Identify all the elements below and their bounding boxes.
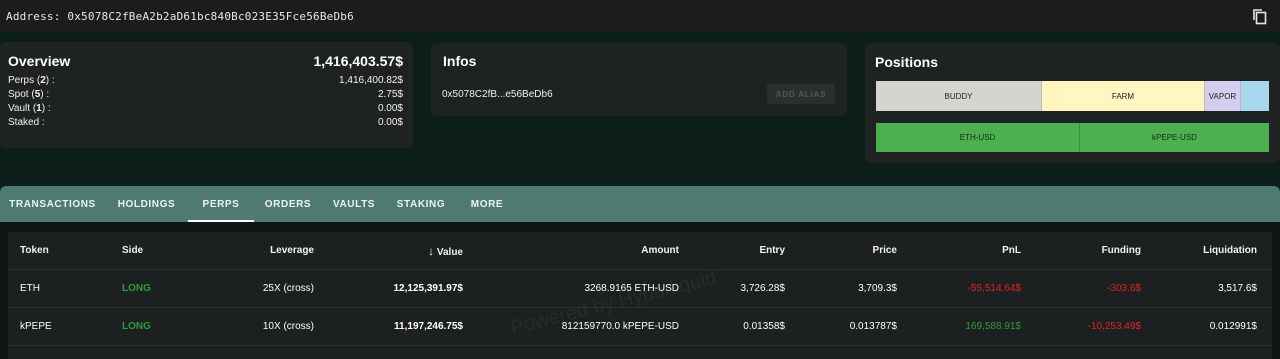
table-row[interactable]: ETH LONG 25X (cross) 12,125,391.97$ 3268… [8, 270, 1272, 308]
tab-transactions[interactable]: TRANSACTIONS [0, 186, 105, 222]
table-row[interactable]: kPEPE LONG 10X (cross) 11,197,246.75$ 81… [8, 308, 1272, 346]
overview-row-spot: Spot (5) : 2.75$ [8, 88, 403, 102]
copy-icon[interactable] [1252, 8, 1268, 25]
header-price[interactable]: Price [797, 232, 897, 270]
cell-amount: 3268.9165 ETH-USD [584, 283, 680, 294]
overview-row-staked: Staked : 0.00$ [8, 116, 403, 130]
positions-market-bar: ETH-USD kPEPE-USD [876, 123, 1269, 152]
positions-card: Positions BUDDY FARM VAPOR ETH-USD kPEPE… [865, 43, 1280, 163]
group-segment-farm[interactable]: FARM [1042, 81, 1205, 111]
cell-liquidation: 0.012991$ [1209, 321, 1257, 332]
cell-pnl: 169,588.91$ [965, 321, 1021, 332]
tab-staking[interactable]: STAKING [386, 186, 456, 222]
overview-row-perps: Perps (2) : 1,416,400.82$ [8, 74, 403, 88]
header-liquidation[interactable]: Liquidation [1157, 232, 1257, 270]
tab-holdings[interactable]: HOLDINGS [105, 186, 188, 222]
cell-price: 0.013787$ [849, 321, 897, 332]
cell-value: 11,197,246.75$ [394, 321, 463, 332]
header-token[interactable]: Token [20, 232, 49, 270]
cell-side: LONG [122, 321, 151, 332]
cell-price: 3,709.3$ [858, 283, 897, 294]
table-header: Token Side Leverage ↓ Value Amount Entry… [8, 232, 1272, 270]
cell-liquidation: 3,517.6$ [1218, 283, 1257, 294]
cell-token: kPEPE [20, 321, 52, 332]
group-segment-vapor[interactable]: VAPOR [1205, 81, 1241, 111]
market-segment-kpepe[interactable]: kPEPE-USD [1080, 123, 1269, 152]
tab-bar: TRANSACTIONS HOLDINGS PERPS ORDERS VAULT… [0, 186, 1280, 222]
cell-funding: -303.6$ [1107, 283, 1141, 294]
overview-value: 0.00$ [377, 117, 403, 128]
cell-amount: 812159770.0 kPEPE-USD [561, 321, 679, 332]
cell-side: LONG [122, 283, 151, 294]
overview-label: Vault (1) : [8, 103, 51, 114]
overview-title: Overview [8, 53, 71, 69]
overview-card: Overview 1,416,403.57$ Perps (2) : 1,416… [0, 42, 413, 148]
perps-table-container: Powered by Hypurliquid Token Side Levera… [0, 222, 1280, 359]
overview-value: 0.00$ [377, 103, 403, 114]
tab-orders[interactable]: ORDERS [254, 186, 322, 222]
add-alias-button[interactable]: ADD ALIAS [767, 84, 835, 104]
group-segment-buddy[interactable]: BUDDY [876, 81, 1042, 111]
overview-label: Perps (2) : [8, 75, 55, 86]
infos-title: Infos [443, 53, 477, 69]
cell-entry: 0.01358$ [743, 321, 785, 332]
header-leverage[interactable]: Leverage [214, 232, 314, 270]
cell-leverage: 10X (cross) [262, 321, 314, 332]
cell-token: ETH [20, 283, 40, 294]
infos-card: Infos 0x5078C2fB...e56BeDb6 ADD ALIAS [431, 43, 847, 116]
overview-total: 1,416,403.57$ [313, 53, 403, 69]
cell-entry: 3,726.28$ [740, 283, 786, 294]
overview-label: Spot (5) : [8, 89, 50, 100]
tab-more[interactable]: MORE [456, 186, 518, 222]
header-entry[interactable]: Entry [685, 232, 785, 270]
header-funding[interactable]: Funding [1041, 232, 1141, 270]
header-side[interactable]: Side [122, 232, 143, 270]
cell-pnl: -55,514.64$ [967, 283, 1021, 294]
header-value: Value [436, 247, 463, 258]
market-segment-eth[interactable]: ETH-USD [876, 123, 1080, 152]
group-segment-other[interactable] [1241, 81, 1269, 111]
header-pnl[interactable]: PnL [921, 232, 1021, 270]
cell-funding: -10,253.49$ [1087, 321, 1141, 332]
wallet-address: Address: 0x5078C2fBeA2b2aD61bc840Bc023E3… [6, 9, 354, 23]
cell-leverage: 25X (cross) [262, 283, 314, 294]
tab-perps[interactable]: PERPS [188, 186, 254, 222]
header-amount[interactable]: Amount [579, 232, 679, 270]
overview-value: 1,416,400.82$ [339, 75, 403, 86]
cell-value: 12,125,391.97$ [393, 283, 463, 294]
overview-label: Staked : [8, 117, 45, 128]
overview-row-vault: Vault (1) : 0.00$ [8, 102, 403, 116]
short-address: 0x5078C2fB...e56BeDb6 [442, 89, 553, 100]
top-bar: Address: 0x5078C2fBeA2b2aD61bc840Bc023E3… [0, 0, 1280, 32]
header-value-wrap[interactable]: ↓ Value [363, 232, 463, 270]
positions-group-bar: BUDDY FARM VAPOR [876, 81, 1269, 111]
sort-arrow-icon: ↓ [428, 244, 435, 258]
perps-table: Powered by Hypurliquid Token Side Levera… [8, 232, 1272, 359]
overview-value: 2.75$ [377, 89, 403, 100]
positions-title: Positions [875, 54, 939, 70]
tab-vaults[interactable]: VAULTS [322, 186, 386, 222]
